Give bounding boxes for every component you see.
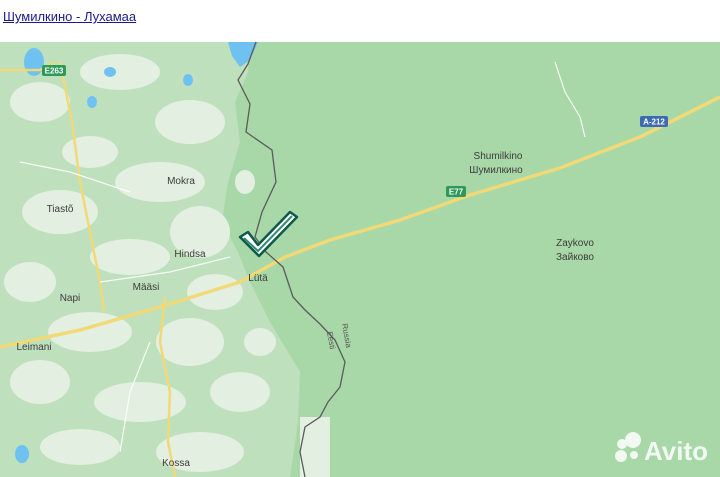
shield-e263: E263: [42, 65, 66, 76]
place-maasi: Määsi: [133, 282, 160, 293]
place-leimani: Leimani: [16, 342, 51, 353]
place-shumilkino-latin: Shumilkino: [474, 151, 523, 162]
place-napi: Napi: [60, 293, 81, 304]
place-hindsa: Hindsa: [174, 249, 206, 260]
place-zaykovo-latin: Zaykovo: [556, 238, 594, 249]
avito-watermark-text: Avito: [644, 436, 708, 466]
svg-text:A-212: A-212: [643, 118, 665, 127]
place-zaykovo-cyrillic: Зайково: [556, 252, 594, 263]
place-kossa: Kossa: [162, 458, 190, 469]
shield-a212: A-212: [640, 116, 668, 127]
place-luta: Lütä: [248, 273, 268, 284]
place-tiasto: Tiastõ: [47, 204, 74, 215]
map-view[interactable]: E263 E77 A-212 Shumilkino Шумилкино Zayk…: [0, 42, 720, 477]
shield-e77: E77: [446, 186, 466, 197]
map-canvas: E263 E77 A-212 Shumilkino Шумилкино Zayk…: [0, 42, 720, 477]
svg-text:E77: E77: [449, 188, 464, 197]
route-link[interactable]: Шумилкино - Лухамаа: [3, 9, 136, 24]
place-mokra: Mokra: [167, 176, 195, 187]
svg-text:E263: E263: [45, 67, 64, 76]
place-shumilkino-cyrillic: Шумилкино: [469, 165, 523, 176]
